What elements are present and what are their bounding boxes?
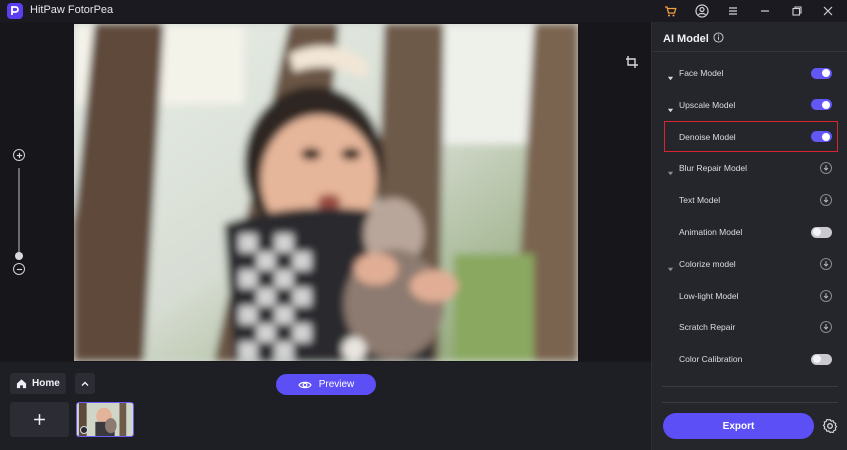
zoom-out-icon[interactable] (13, 263, 25, 275)
add-image-button[interactable] (10, 402, 69, 437)
zoom-in-icon[interactable] (13, 149, 25, 161)
model-toggle[interactable] (811, 131, 832, 143)
preview-button[interactable]: Preview (276, 374, 376, 395)
thumbnail-info-icon[interactable] (80, 426, 88, 434)
home-label: Home (32, 378, 60, 389)
panel-separator (662, 386, 838, 387)
caret-down-icon[interactable] (667, 69, 675, 81)
toggle-knob (822, 132, 830, 141)
caret-down-icon[interactable] (667, 164, 675, 176)
download-icon[interactable] (820, 162, 832, 175)
model-row[interactable]: Blur Repair Model (652, 156, 847, 180)
panel-divider (652, 51, 847, 52)
close-icon[interactable] (819, 2, 837, 20)
model-row[interactable]: Denoise Model (652, 125, 847, 149)
model-toggle[interactable] (811, 99, 832, 111)
model-label: Color Calibration (679, 354, 743, 365)
app-title: HitPaw FotorPea (30, 4, 114, 16)
model-row[interactable]: Low-light Model (652, 284, 847, 308)
toggle-knob (822, 69, 830, 77)
title-bar: HitPaw FotorPea (0, 0, 847, 22)
home-icon (16, 379, 27, 389)
user-icon[interactable] (693, 2, 711, 20)
model-row[interactable]: Upscale Model (652, 93, 847, 117)
restore-icon[interactable] (788, 2, 806, 20)
model-toggle[interactable] (811, 353, 832, 365)
ai-model-panel: AI Model Face Model Upscale Model Denoise … (651, 22, 847, 450)
eye-icon (298, 381, 312, 388)
info-icon[interactable] (713, 32, 724, 46)
model-row[interactable]: Text Model (652, 188, 847, 212)
model-label: Colorize model (679, 258, 736, 269)
model-label: Scratch Repair (679, 322, 736, 333)
model-row[interactable]: Animation Model (652, 220, 847, 244)
toggle-knob (822, 100, 830, 109)
preview-label: Preview (318, 379, 355, 390)
model-label: Blur Repair Model (679, 163, 748, 174)
download-icon[interactable] (820, 194, 832, 207)
download-icon[interactable] (820, 289, 832, 302)
export-button[interactable]: Export (663, 413, 814, 439)
model-label: Animation Model (679, 227, 743, 237)
canvas-area (0, 22, 651, 362)
model-label: Text Model (679, 195, 721, 206)
collapse-button[interactable] (75, 373, 95, 394)
plus-icon (34, 414, 45, 425)
bottom-bar: Home Preview (0, 362, 651, 450)
toggle-knob (813, 355, 821, 364)
minimize-icon[interactable] (756, 2, 774, 20)
caret-down-icon[interactable] (667, 101, 675, 113)
app-logo-icon (7, 3, 23, 19)
model-label: Low-light Model (679, 290, 739, 301)
gear-icon[interactable] (822, 418, 838, 434)
app-window: HitPaw FotorPea Home Preview AI Model Fa… (0, 0, 847, 450)
home-button[interactable]: Home (10, 373, 66, 394)
image-thumbnail[interactable] (76, 402, 134, 437)
panel-title: AI Model (663, 32, 724, 46)
crop-icon[interactable] (625, 55, 639, 69)
download-icon[interactable] (820, 321, 832, 334)
panel-separator (662, 402, 838, 403)
zoom-slider-handle[interactable] (15, 252, 23, 260)
model-label: Face Model (679, 68, 724, 78)
toggle-knob (813, 228, 821, 236)
download-icon[interactable] (820, 257, 832, 270)
model-toggle[interactable] (811, 226, 832, 238)
cart-icon[interactable] (661, 2, 679, 20)
zoom-slider-track[interactable] (18, 168, 20, 256)
model-label: Upscale Model (679, 99, 736, 110)
model-row[interactable]: Color Calibration (652, 347, 847, 371)
caret-down-icon[interactable] (667, 260, 675, 272)
menu-icon[interactable] (724, 2, 742, 20)
model-row[interactable]: Colorize model (652, 252, 847, 276)
image-preview[interactable] (74, 24, 578, 361)
panel-title-text: AI Model (663, 33, 709, 45)
model-toggle[interactable] (811, 67, 832, 79)
model-row[interactable]: Face Model (652, 61, 847, 85)
model-label: Denoise Model (679, 131, 736, 142)
model-row[interactable]: Scratch Repair (652, 315, 847, 339)
chevron-up-icon (81, 381, 89, 386)
